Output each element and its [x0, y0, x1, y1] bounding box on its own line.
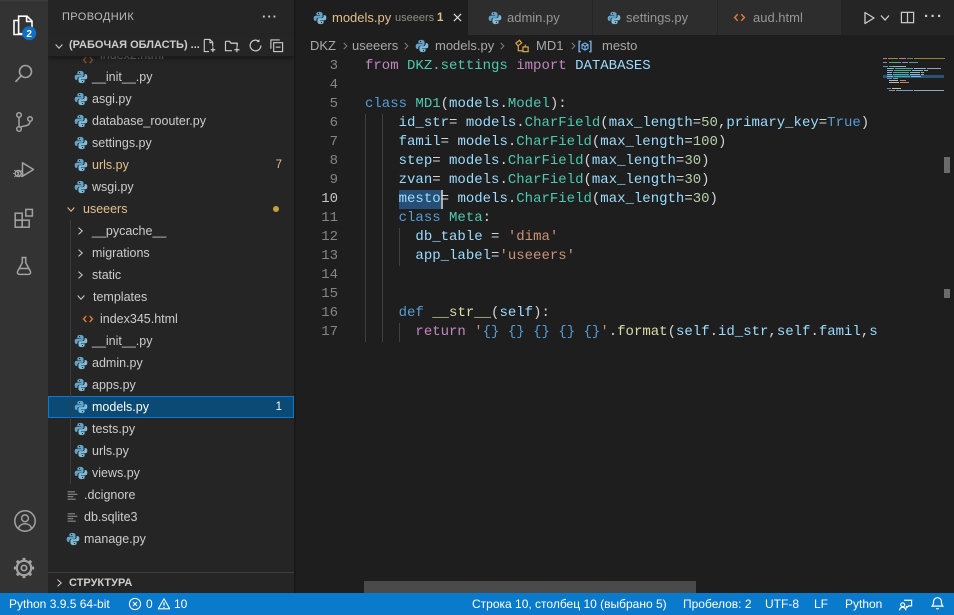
- svg-text:2: 2: [26, 29, 32, 40]
